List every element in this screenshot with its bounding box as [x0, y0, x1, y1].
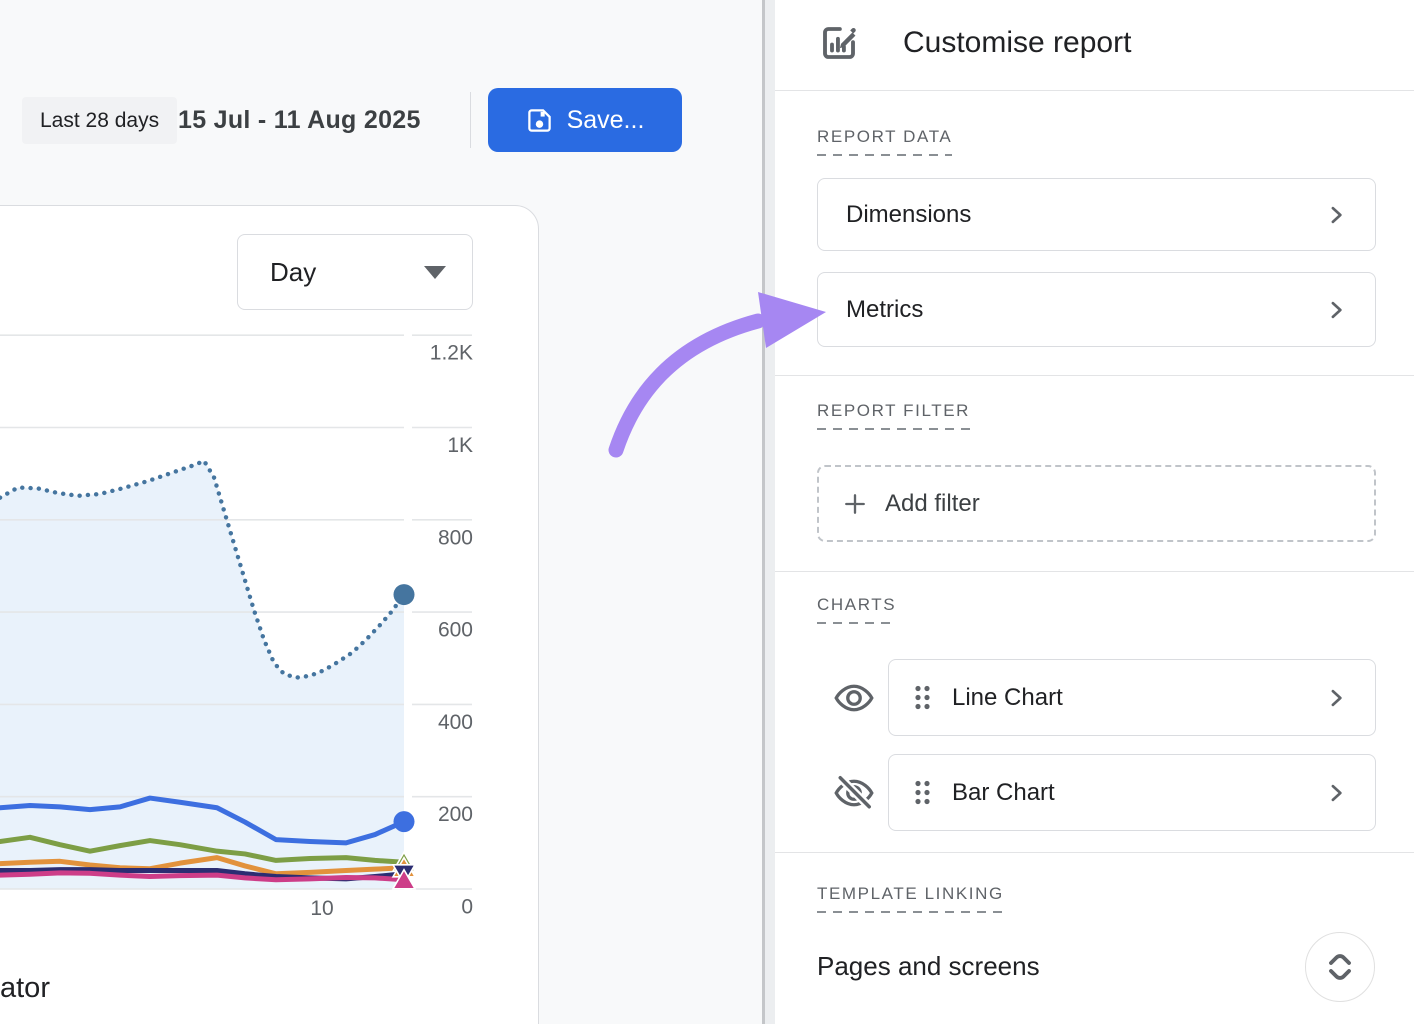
chart-footer-partial-text: ator [0, 972, 50, 1005]
eye-off-icon [832, 771, 876, 815]
metrics-label: Metrics [846, 296, 923, 324]
chevron-down-icon [424, 266, 446, 279]
panel-divider [775, 90, 1414, 91]
line-chart-visibility-toggle[interactable] [832, 676, 876, 720]
plus-icon [841, 490, 869, 518]
eye-icon [832, 676, 876, 720]
interval-dropdown[interactable]: Day [237, 234, 473, 310]
toolbar-divider [470, 92, 471, 148]
add-filter-button[interactable]: Add filter [817, 465, 1376, 542]
section-label-report-data: REPORT DATA [817, 127, 952, 156]
drag-handle-icon[interactable] [913, 778, 932, 807]
date-range-preset-chip[interactable]: Last 28 days [22, 97, 177, 144]
save-button-label: Save... [567, 106, 645, 135]
panel-divider [775, 852, 1414, 853]
template-linking-item-label: Pages and screens [817, 951, 1040, 982]
interval-dropdown-value: Day [270, 257, 316, 288]
section-label-template-linking: TEMPLATE LINKING [817, 884, 1004, 913]
chevron-right-icon [1321, 295, 1351, 325]
date-range-label[interactable]: 15 Jul - 11 Aug 2025 [178, 97, 421, 144]
unlink-template-button[interactable] [1305, 932, 1375, 1002]
bar-chart-row[interactable]: Bar Chart [888, 754, 1376, 831]
bar-chart-visibility-toggle[interactable] [832, 771, 876, 815]
panel-title: Customise report [903, 26, 1131, 60]
line-chart-row[interactable]: Line Chart [888, 659, 1376, 736]
chevron-right-icon [1321, 200, 1351, 230]
app-root: Last 28 days 15 Jul - 11 Aug 2025 Save..… [0, 0, 1414, 1024]
dimensions-label: Dimensions [846, 201, 971, 229]
chevron-right-icon [1321, 683, 1351, 713]
add-filter-label: Add filter [885, 490, 980, 518]
save-button[interactable]: Save... [488, 88, 682, 152]
section-label-charts: CHARTS [817, 595, 896, 624]
chart-card [0, 205, 539, 1024]
customise-report-panel: Customise report REPORT DATA Dimensions … [775, 0, 1414, 1024]
metrics-row[interactable]: Metrics [817, 272, 1376, 347]
panel-divider [775, 571, 1414, 572]
line-chart-label: Line Chart [952, 684, 1063, 712]
link-off-icon [1323, 950, 1357, 984]
save-icon [526, 107, 553, 134]
vertical-scrollbar[interactable] [762, 0, 775, 1024]
dimensions-row[interactable]: Dimensions [817, 178, 1376, 251]
drag-handle-icon[interactable] [913, 683, 932, 712]
edit-chart-icon [818, 22, 860, 64]
panel-divider [775, 375, 1414, 376]
bar-chart-label: Bar Chart [952, 779, 1055, 807]
section-label-report-filter: REPORT FILTER [817, 401, 970, 430]
chevron-right-icon [1321, 778, 1351, 808]
